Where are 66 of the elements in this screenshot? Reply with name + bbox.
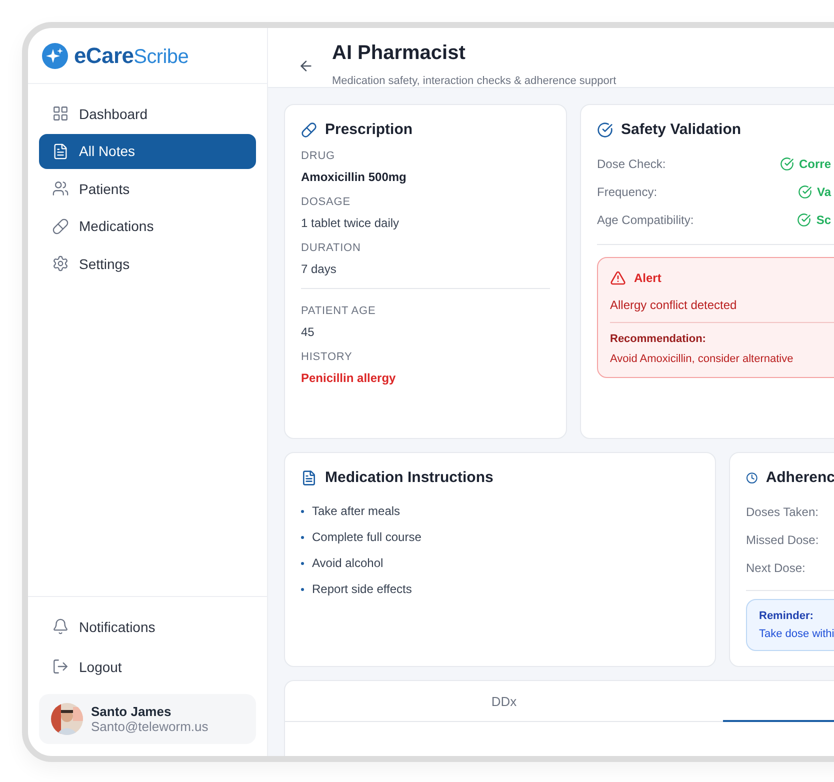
nav-item[interactable]: Settings (39, 246, 256, 281)
clock-icon (746, 470, 758, 486)
nav-item[interactable]: Medications (39, 208, 256, 244)
bullet-icon (301, 536, 304, 538)
reminder-title: Reminder: (759, 610, 814, 622)
logo-icon (42, 42, 68, 68)
adherence-label: Next Dose: (746, 561, 806, 575)
check-circle-icon (780, 157, 794, 171)
instruction-item: Take after meals (312, 504, 400, 518)
bullet-icon (301, 510, 304, 512)
pill-icon (52, 218, 69, 234)
alert-title: Alert (634, 271, 662, 285)
document-icon (52, 142, 69, 160)
bullet-icon (301, 588, 304, 590)
recommendation-label: Recommendation: (610, 322, 834, 345)
check-circle-icon (597, 122, 613, 138)
card-title: Medication Instructions (325, 469, 494, 486)
field-value: 7 days (301, 262, 338, 276)
card-title: Safety Validation (621, 121, 742, 138)
nav-item[interactable]: Dashboard (39, 96, 256, 131)
bullet-icon (301, 562, 304, 564)
field-label: DURATION (301, 242, 362, 254)
reminder-text: Take dose withi (759, 628, 834, 640)
check-status: Va (816, 185, 831, 199)
bell-icon (52, 618, 69, 635)
page-subtitle: Medication safety, interaction checks & adherence support (332, 75, 616, 87)
check-label: Frequency: (597, 185, 658, 199)
page-title: AI Pharmacist (332, 42, 466, 65)
recommendation-text: Avoid Amoxicillin, consider alternative (610, 353, 794, 365)
nav-item[interactable]: All Notes (39, 134, 256, 168)
field-value: Penicillin allergy (301, 371, 397, 385)
document-icon (301, 470, 317, 486)
user-name: Santo James (91, 704, 172, 719)
field-label: PATIENT AGE (301, 305, 377, 317)
field-value: 1 tablet twice daily (301, 216, 400, 230)
warning-icon (610, 270, 626, 286)
check-circle-icon (797, 213, 812, 227)
dashboard-icon (52, 105, 69, 122)
check-circle-icon (798, 185, 812, 199)
alert-message: Allergy conflict detected (610, 298, 738, 312)
field-label: DRUG (301, 150, 336, 162)
tab[interactable]: DDx (285, 681, 723, 722)
nav-item[interactable]: Patients (39, 171, 256, 206)
instruction-item: Avoid alcohol (312, 556, 384, 570)
nav-item[interactable]: Logout (39, 649, 256, 684)
check-status: Corre (798, 157, 831, 171)
user-email: Santo@teleworm.us (91, 719, 208, 734)
adherence-label: Doses Taken: (746, 505, 818, 519)
back-icon[interactable] (298, 58, 314, 74)
pill-icon (301, 122, 317, 138)
adherence-label: Missed Dose: (746, 533, 819, 547)
card-title: Prescription (325, 121, 413, 138)
field-label: HISTORY (301, 351, 354, 363)
logout-icon (52, 658, 69, 675)
field-value: Amoxicillin 500mg (301, 170, 408, 184)
nav-item[interactable]: Notifications (39, 609, 256, 644)
check-label: Dose Check: (597, 157, 666, 171)
check-status: Sc (816, 213, 831, 227)
instruction-item: Report side effects (312, 582, 412, 596)
users-icon (52, 180, 69, 197)
settings-icon (52, 255, 69, 272)
field-label: DOSAGE (301, 196, 352, 208)
check-label: Age Compatibility: (597, 213, 694, 227)
instruction-item: Complete full course (312, 530, 422, 544)
field-value: 45 (301, 325, 316, 339)
logo-text: eCareScribe (74, 42, 189, 68)
